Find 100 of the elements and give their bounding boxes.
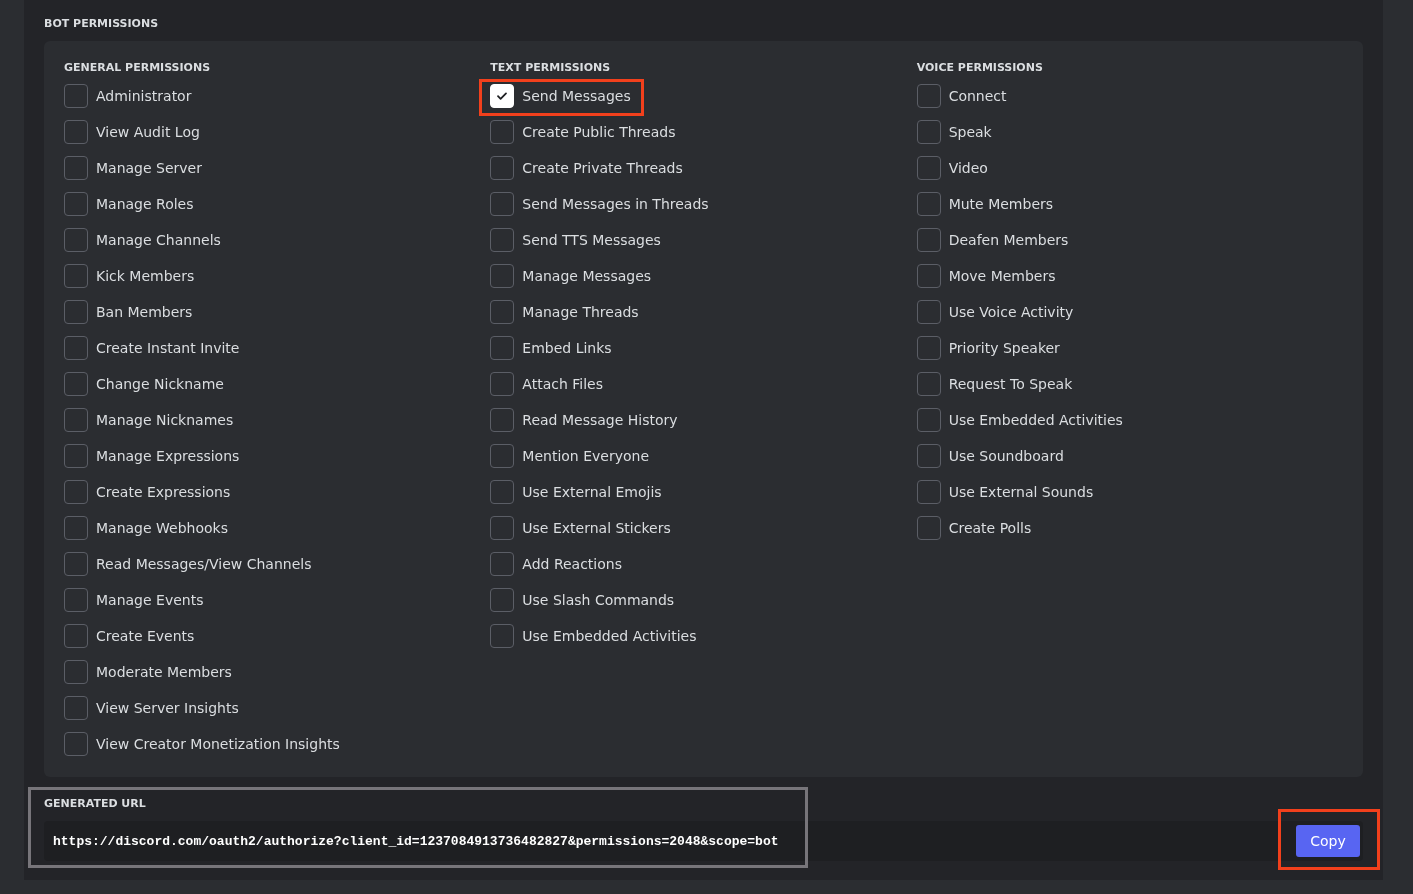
permission-label[interactable]: Request To Speak	[948, 376, 1073, 392]
permission-label[interactable]: Move Members	[948, 268, 1056, 284]
permission-label[interactable]: Create Polls	[948, 520, 1032, 536]
checkbox[interactable]	[64, 372, 88, 396]
checkbox[interactable]	[916, 264, 941, 288]
copy-button[interactable]: Copy	[1296, 825, 1360, 857]
permission-label[interactable]: Add Reactions	[522, 556, 622, 572]
checkbox[interactable]	[490, 336, 515, 360]
checkbox[interactable]	[64, 300, 88, 324]
permission-label[interactable]: Manage Nicknames	[96, 412, 234, 428]
permission-label[interactable]: Kick Members	[96, 268, 195, 284]
checkbox[interactable]	[490, 588, 515, 612]
permission-label[interactable]: View Server Insights	[96, 700, 239, 716]
permission-label[interactable]: Read Message History	[522, 412, 678, 428]
permission-label[interactable]: Send Messages in Threads	[522, 196, 709, 212]
checkbox[interactable]	[916, 444, 941, 468]
permission-label[interactable]: Manage Events	[96, 592, 204, 608]
checkbox[interactable]	[916, 336, 941, 360]
permission-label[interactable]: Manage Threads	[522, 304, 639, 320]
checkbox[interactable]	[490, 408, 515, 432]
permission-label[interactable]: View Audit Log	[96, 124, 200, 140]
checkbox[interactable]	[490, 516, 515, 540]
checkbox[interactable]	[64, 552, 88, 576]
checkbox[interactable]	[916, 300, 941, 324]
checkbox[interactable]	[64, 516, 88, 540]
checkbox[interactable]	[490, 552, 515, 576]
checkbox[interactable]	[64, 660, 88, 684]
permission-label[interactable]: Send Messages	[522, 88, 631, 104]
permission-label[interactable]: Speak	[948, 124, 992, 140]
permission-label[interactable]: Use External Stickers	[522, 520, 671, 536]
permission-label[interactable]: Moderate Members	[96, 664, 232, 680]
permission-label[interactable]: Connect	[948, 88, 1007, 104]
permission-label[interactable]: Use Embedded Activities	[948, 412, 1123, 428]
permission-label[interactable]: Use External Emojis	[522, 484, 662, 500]
permission-label[interactable]: Use Slash Commands	[522, 592, 675, 608]
checkbox[interactable]	[490, 192, 515, 216]
permission-label[interactable]: Deafen Members	[948, 232, 1069, 248]
permission-label[interactable]: Manage Channels	[96, 232, 221, 248]
permission-label[interactable]: Create Expressions	[96, 484, 231, 500]
permission-label[interactable]: Use Embedded Activities	[522, 628, 697, 644]
checkbox[interactable]	[916, 480, 941, 504]
checkbox[interactable]	[490, 120, 515, 144]
permission-label[interactable]: Use Soundboard	[948, 448, 1064, 464]
checkbox[interactable]	[64, 120, 88, 144]
checkbox[interactable]	[64, 624, 88, 648]
checkbox[interactable]	[64, 84, 88, 108]
permission-label[interactable]: Manage Expressions	[96, 448, 240, 464]
permission-label[interactable]: Send TTS Messages	[522, 232, 661, 248]
checkbox[interactable]	[64, 588, 88, 612]
checkbox[interactable]	[916, 120, 941, 144]
checkbox[interactable]	[64, 336, 88, 360]
permission-label[interactable]: Mute Members	[948, 196, 1054, 212]
checkbox[interactable]	[916, 408, 941, 432]
permission-label[interactable]: Use Voice Activity	[948, 304, 1074, 320]
checkbox[interactable]	[490, 372, 515, 396]
checkbox[interactable]	[490, 300, 515, 324]
permission-label[interactable]: Create Instant Invite	[96, 340, 240, 356]
permission-label[interactable]: Use External Sounds	[948, 484, 1094, 500]
group-heading: GENERAL PERMISSIONS	[64, 61, 212, 75]
permission-label[interactable]: Video	[948, 160, 988, 176]
permission-label[interactable]: View Creator Monetization Insights	[96, 736, 340, 752]
permission-label[interactable]: Priority Speaker	[948, 340, 1060, 356]
permission-label[interactable]: Create Events	[96, 628, 195, 644]
checkbox[interactable]	[64, 192, 88, 216]
permission-label[interactable]: Mention Everyone	[522, 448, 649, 464]
checkbox[interactable]	[64, 444, 88, 468]
checkbox[interactable]	[490, 444, 515, 468]
permission-label[interactable]: Embed Links	[522, 340, 612, 356]
permission-label[interactable]: Administrator	[96, 88, 192, 104]
checkbox[interactable]	[64, 408, 88, 432]
permission-label[interactable]: Create Public Threads	[522, 124, 676, 140]
permission-label[interactable]: Attach Files	[522, 376, 603, 392]
permission-label[interactable]: Change Nickname	[96, 376, 224, 392]
permission-label[interactable]: Read Messages/View Channels	[96, 556, 312, 572]
checkbox[interactable]	[64, 156, 88, 180]
permission-label[interactable]: Manage Webhooks	[96, 520, 228, 536]
checkbox[interactable]	[64, 480, 88, 504]
section-title: BOT PERMISSIONS	[44, 16, 160, 31]
section-title: GENERATED URL	[44, 797, 147, 811]
checkbox[interactable]	[916, 84, 941, 108]
checkbox[interactable]	[916, 156, 941, 180]
checkbox[interactable]	[916, 372, 941, 396]
permission-label[interactable]: Manage Server	[96, 160, 202, 176]
checkbox[interactable]	[490, 264, 515, 288]
checkbox[interactable]	[490, 624, 515, 648]
checkbox[interactable]	[64, 228, 88, 252]
permission-label[interactable]: Manage Messages	[522, 268, 652, 284]
checkbox[interactable]	[916, 192, 941, 216]
checkbox[interactable]	[490, 156, 515, 180]
checkbox[interactable]	[916, 228, 941, 252]
checkbox[interactable]	[490, 228, 515, 252]
url-field[interactable]: https://discord.com/oauth2/authorize?client_id=1237084913736482827&permissions=2048&scope=bot Copy	[44, 821, 1363, 861]
permission-label[interactable]: Ban Members	[96, 304, 193, 320]
checkbox[interactable]	[916, 516, 941, 540]
permission-label[interactable]: Manage Roles	[96, 196, 194, 212]
checkbox[interactable]	[64, 696, 88, 720]
checkbox[interactable]	[64, 732, 88, 756]
checkbox[interactable]	[64, 264, 88, 288]
checkbox[interactable]	[490, 480, 515, 504]
permission-label[interactable]: Create Private Threads	[522, 160, 683, 176]
